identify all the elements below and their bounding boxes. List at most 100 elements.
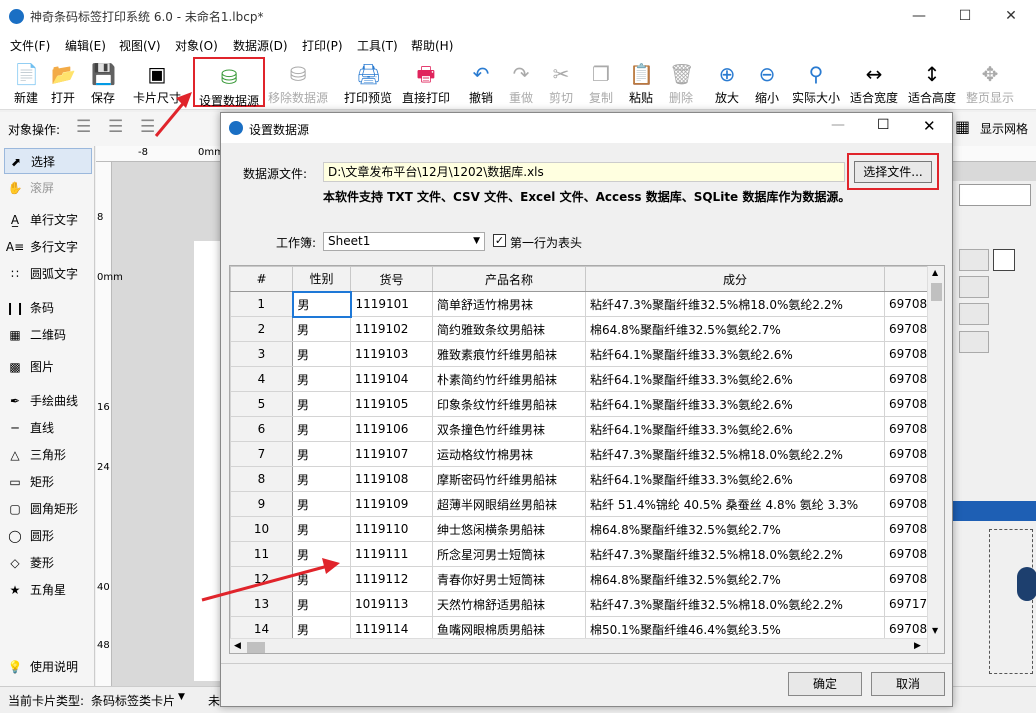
tool-image[interactable]: ▩ 图片 [4, 354, 92, 380]
table-row[interactable]: 5 男 1119105 印象条纹竹纤维男船袜 粘纤64.1%聚酯纤维33.3%氨纶2.6… [230, 391, 937, 417]
menu-edit[interactable]: 编辑(E) [65, 37, 106, 54]
horizontal-scrollbar[interactable]: ◀ ▶ [230, 638, 927, 653]
table-cell[interactable]: 男 [292, 366, 351, 392]
tool-arc-text[interactable]: ∷ 圆弧文字 [4, 261, 92, 287]
tool-multiline-text[interactable]: A≡ 多行文字 [4, 234, 92, 260]
row-number-cell[interactable]: 5 [230, 391, 293, 417]
menu-view[interactable]: 视图(V) [119, 37, 161, 54]
table-cell[interactable]: 男 [292, 566, 351, 592]
grid-icon[interactable]: ▦ [955, 117, 970, 136]
table-row[interactable]: 6 男 1119106 双条撞色竹纤维男袜 粘纤64.1%聚酯纤维33.3%氨纶2.6%… [230, 416, 937, 442]
tool-rounded-rectangle[interactable]: ▢ 圆角矩形 [4, 496, 92, 522]
side-scroll-handle[interactable] [1017, 567, 1036, 601]
tool-help[interactable]: 💡 使用说明 [4, 654, 92, 680]
row-number-cell[interactable]: 7 [230, 441, 293, 467]
table-cell[interactable]: 1119103 [350, 341, 433, 367]
scrollbar-thumb[interactable] [931, 283, 942, 301]
first-row-header-checkbox[interactable]: ✓ [493, 234, 506, 247]
table-cell[interactable]: 棉64.8%聚酯纤维32.5%氨纶2.7% [585, 516, 885, 542]
tool-barcode[interactable]: ❙❙ 条码 [4, 295, 92, 321]
table-cell[interactable]: 男 [292, 541, 351, 567]
row-number-cell[interactable]: 11 [230, 541, 293, 567]
property-button-1[interactable] [959, 249, 989, 271]
layer-down-icon[interactable]: ☰ [108, 117, 123, 137]
sheet-select[interactable]: Sheet1 ▼ [323, 232, 485, 251]
table-cell[interactable]: 粘纤64.1%聚酯纤维33.3%氨纶2.6% [585, 341, 885, 367]
table-row[interactable]: 2 男 1119102 简约雅致条纹男船袜 棉64.8%聚酯纤维32.5%氨纶2.7% 6… [230, 316, 937, 342]
dialog-minimize-button[interactable]: — [831, 117, 845, 133]
table-row[interactable]: 4 男 1119104 朴素简约竹纤维男船袜 粘纤64.1%聚酯纤维33.3%氨纶2.6… [230, 366, 937, 392]
table-cell[interactable]: 棉64.8%聚酯纤维32.5%氨纶2.7% [585, 566, 885, 592]
table-cell[interactable]: 粘纤47.3%聚酯纤维32.5%棉18.0%氨纶2.2% [585, 291, 885, 317]
table-row[interactable]: 12 男 1119112 青春你好男士短筒袜 棉64.8%聚酯纤维32.5%氨纶2.7%… [230, 566, 937, 592]
dialog-close-button[interactable]: ✕ [923, 117, 936, 135]
table-cell[interactable]: 双条撞色竹纤维男袜 [432, 416, 586, 442]
table-cell[interactable]: 绅士悠闲横条男船袜 [432, 516, 586, 542]
menu-file[interactable]: 文件(F) [10, 37, 50, 54]
row-number-cell[interactable]: 2 [230, 316, 293, 342]
table-cell[interactable]: 棉64.8%聚酯纤维32.5%氨纶2.7% [585, 316, 885, 342]
row-number-cell[interactable]: 1 [230, 291, 293, 317]
minimize-button[interactable]: — [896, 0, 942, 32]
first-row-header-label[interactable]: 第一行为表头 [510, 234, 582, 251]
table-cell[interactable]: 1119102 [350, 316, 433, 342]
tool-line[interactable]: ─ 直线 [4, 415, 92, 441]
table-cell[interactable]: 1119105 [350, 391, 433, 417]
property-button-3[interactable] [959, 303, 989, 325]
table-cell[interactable]: 1119112 [350, 566, 433, 592]
table-cell[interactable]: 1119110 [350, 516, 433, 542]
tool-freehand[interactable]: ✒ 手绘曲线 [4, 388, 92, 414]
table-cell[interactable]: 简约雅致条纹男船袜 [432, 316, 586, 342]
actual-size-button[interactable]: ⚲ 实际大小 [790, 56, 842, 108]
table-cell[interactable]: 朴素简约竹纤维男船袜 [432, 366, 586, 392]
table-cell[interactable]: 雅致素痕竹纤维男船袜 [432, 341, 586, 367]
row-number-cell[interactable]: 8 [230, 466, 293, 492]
table-cell[interactable]: 男 [292, 491, 351, 517]
menu-tools[interactable]: 工具(T) [357, 37, 398, 54]
remove-datasource-button[interactable]: ⛁ 移除数据源 [268, 56, 328, 108]
table-cell[interactable]: 1119101 [350, 291, 433, 317]
scroll-left-icon[interactable]: ◀ [234, 641, 241, 651]
fit-height-button[interactable]: ↕ 适合高度 [906, 56, 958, 108]
dialog-maximize-button[interactable]: ☐ [877, 117, 890, 133]
menu-help[interactable]: 帮助(H) [411, 37, 453, 54]
table-row[interactable]: 8 男 1119108 摩斯密码竹纤维男船袜 粘纤64.1%聚酯纤维33.3%氨纶2.6… [230, 466, 937, 492]
table-cell[interactable]: 男 [292, 416, 351, 442]
full-page-button[interactable]: ✥ 整页显示 [964, 56, 1016, 108]
tool-rectangle[interactable]: ▭ 矩形 [4, 469, 92, 495]
table-cell[interactable]: 男 [292, 441, 351, 467]
scroll-right-icon[interactable]: ▶ [914, 641, 921, 651]
show-grid-label[interactable]: 显示网格 [980, 120, 1028, 137]
table-row[interactable]: 11 男 1119111 所念星河男士短筒袜 粘纤47.3%聚酯纤维32.5%棉18.0… [230, 541, 937, 567]
column-header[interactable]: 货号 [350, 266, 433, 292]
table-cell[interactable]: 1019113 [350, 591, 433, 617]
table-cell[interactable]: 男 [292, 391, 351, 417]
layer-icon[interactable]: ☰ [76, 117, 91, 137]
card-type-value[interactable]: 条码标签类卡片 [91, 692, 175, 709]
table-cell[interactable]: 男 [292, 516, 351, 542]
table-cell[interactable]: 男 [292, 466, 351, 492]
table-cell[interactable]: 超薄半网眼绢丝男船袜 [432, 491, 586, 517]
menu-object[interactable]: 对象(O) [175, 37, 218, 54]
table-row[interactable]: 3 男 1119103 雅致素痕竹纤维男船袜 粘纤64.1%聚酯纤维33.3%氨纶2.6… [230, 341, 937, 367]
table-cell[interactable]: 1119106 [350, 416, 433, 442]
table-row[interactable]: 9 男 1119109 超薄半网眼绢丝男船袜 粘纤 51.4%锦纶 40.5% 桑蚕丝 … [230, 491, 937, 517]
row-number-cell[interactable]: 4 [230, 366, 293, 392]
tool-circle[interactable]: ◯ 圆形 [4, 523, 92, 549]
table-cell[interactable]: 粘纤64.1%聚酯纤维33.3%氨纶2.6% [585, 366, 885, 392]
row-number-cell[interactable]: 10 [230, 516, 293, 542]
table-cell[interactable]: 1119111 [350, 541, 433, 567]
table-row[interactable]: 1 男 1119101 简单舒适竹棉男袜 粘纤47.3%聚酯纤维32.5%棉18.0%氨… [230, 290, 937, 318]
column-header[interactable]: 产品名称 [432, 266, 586, 292]
table-row[interactable]: 7 男 1119107 运动格纹竹棉男袜 粘纤47.3%聚酯纤维32.5%棉18.0%氨… [230, 441, 937, 467]
table-cell[interactable]: 天然竹棉舒适男船袜 [432, 591, 586, 617]
tool-scroll[interactable]: ✋ 滚屏 [4, 175, 92, 201]
table-cell[interactable]: 1119108 [350, 466, 433, 492]
tool-star[interactable]: ★ 五角星 [4, 577, 92, 603]
tool-select[interactable]: ⬈ 选择 [4, 148, 92, 174]
row-number-cell[interactable]: 13 [230, 591, 293, 617]
table-cell[interactable]: 所念星河男士短筒袜 [432, 541, 586, 567]
table-cell[interactable]: 粘纤47.3%聚酯纤维32.5%棉18.0%氨纶2.2% [585, 541, 885, 567]
row-number-cell[interactable]: 6 [230, 416, 293, 442]
scroll-up-icon[interactable]: ▲ [932, 268, 938, 277]
